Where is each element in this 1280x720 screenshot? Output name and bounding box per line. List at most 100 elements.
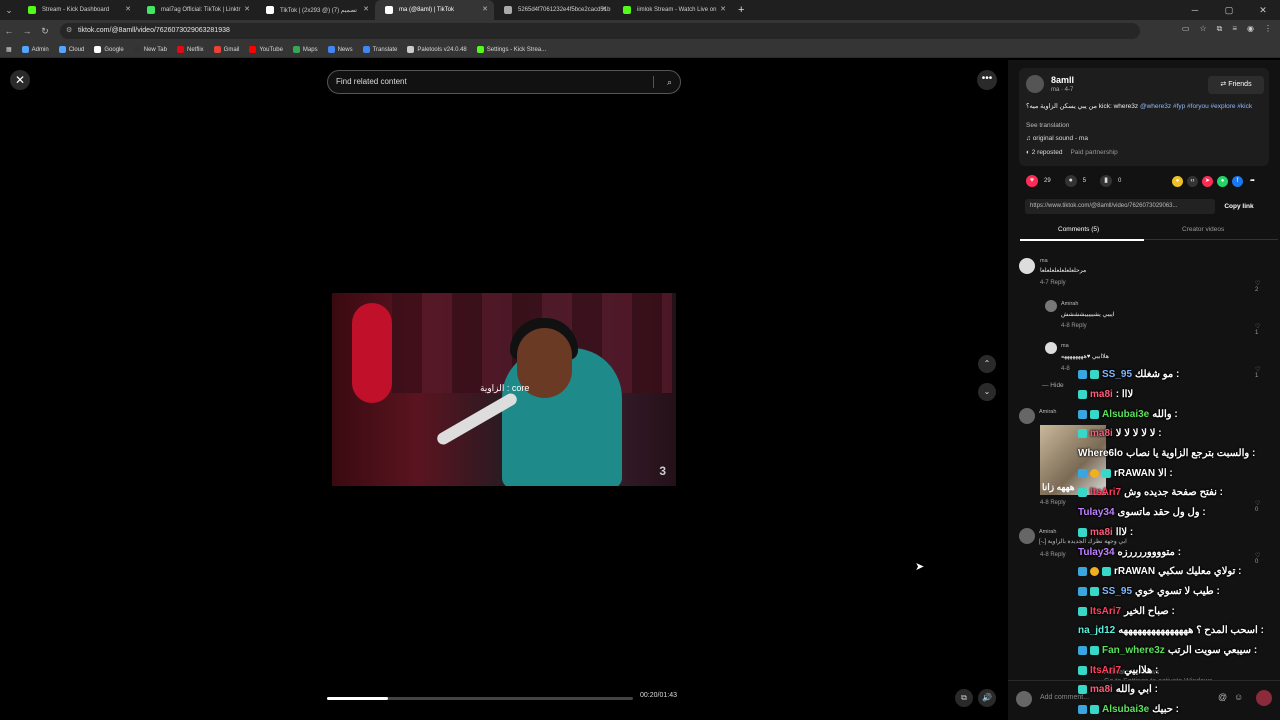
comment-icon[interactable]: ● (1064, 175, 1077, 187)
comment-meta[interactable]: 4-7 Reply (1040, 280, 1066, 286)
bookmark-item[interactable]: Maps (292, 46, 318, 53)
send-icon[interactable]: ➤ (1202, 176, 1213, 187)
commenter-avatar[interactable] (1019, 408, 1035, 424)
chat-username[interactable]: ma8i (1090, 389, 1113, 400)
comment-likes[interactable]: ♡ 2 (1255, 280, 1260, 293)
chat-username[interactable]: rRAWAN (1114, 566, 1155, 577)
back-icon[interactable]: ← (0, 26, 18, 36)
chat-username[interactable]: SS_95 (1102, 369, 1132, 380)
bookmark-item[interactable]: Netflix (176, 46, 204, 53)
more-options-button[interactable]: ••• (977, 70, 997, 90)
browser-tab[interactable]: iimlok Stream - Watch Live on ✕ (613, 0, 732, 20)
chat-username[interactable]: ItsAri7 (1090, 665, 1121, 676)
commenter-avatar[interactable] (1045, 342, 1057, 354)
comment-meta[interactable]: 4-8 Reply (1040, 552, 1066, 558)
search-icon[interactable]: ⌕ (667, 71, 672, 93)
site-info-icon[interactable]: ⚙ (66, 23, 72, 39)
extensions-icon[interactable]: ⧉ (1217, 24, 1223, 34)
url-field[interactable]: ⚙ tiktok.com/@8amll/video/76260730290632… (60, 23, 1140, 39)
menu-icon[interactable]: ⋮ (1264, 24, 1272, 34)
chat-username[interactable]: ItsAri7 (1090, 606, 1121, 617)
like-icon[interactable]: ♥ (1026, 175, 1038, 187)
commenter-name[interactable]: Amirah (1039, 409, 1056, 415)
browser-tab[interactable]: mal7ag Official: TikTok | Linktr ✕ (137, 0, 256, 20)
author-username[interactable]: 8amll (1051, 75, 1074, 85)
commenter-name[interactable]: Amirah (1061, 301, 1078, 307)
commenter-avatar[interactable] (1045, 300, 1057, 312)
chat-username[interactable]: Where6lo (1078, 448, 1123, 459)
bookmark-item[interactable]: YouTube (249, 46, 283, 53)
favorite-icon[interactable]: ▮ (1100, 175, 1113, 187)
facebook-icon[interactable]: f (1232, 176, 1243, 187)
reposted-label[interactable]: 2 reposted (1032, 149, 1063, 156)
new-tab-button[interactable]: + (732, 4, 744, 16)
chat-username[interactable]: Tulay34 (1078, 547, 1115, 558)
chat-username[interactable]: ma8i (1090, 527, 1113, 538)
tab-creator-videos[interactable]: Creator videos (1182, 226, 1224, 233)
commenter-name[interactable]: Amirah (1039, 529, 1056, 535)
apps-icon[interactable]: ▦ (6, 46, 12, 53)
bookmark-item[interactable]: Admin (21, 46, 49, 53)
browser-tab[interactable]: TikTok | (2x293 @) تصميم (7) ✕ (256, 0, 375, 20)
browser-tab[interactable]: Stream - Kick Dashboard ✕ (18, 0, 137, 20)
commenter-avatar[interactable] (1019, 528, 1035, 544)
chat-username[interactable]: Alsubai3e (1102, 704, 1149, 715)
tab-close-icon[interactable]: ✕ (363, 5, 369, 13)
commenter-avatar[interactable] (1019, 258, 1035, 274)
video-link-field[interactable]: https://www.tiktok.com/@8amll/video/7626… (1025, 199, 1215, 214)
browser-tab[interactable]: 5265d4f7061232e4f5bce2cacd51b ✕ (494, 0, 613, 20)
comment-meta[interactable]: 4-8 Reply (1040, 500, 1066, 506)
bookmark-item[interactable]: Translate (362, 46, 397, 53)
bookmark-item[interactable]: Settings - Kick Strea... (476, 46, 546, 53)
tab-close-icon[interactable]: ✕ (482, 5, 488, 13)
tab-close-icon[interactable]: ✕ (720, 5, 726, 13)
tab-search-icon[interactable]: ⌄ (0, 5, 18, 16)
tab-close-icon[interactable]: ✕ (244, 5, 250, 13)
bookmark-star-icon[interactable]: ☆ (1199, 24, 1206, 34)
share-arrow-icon[interactable]: ➦ (1247, 176, 1258, 187)
chat-username[interactable]: ma8i (1090, 428, 1113, 439)
forward-icon[interactable]: → (18, 26, 36, 36)
bookmark-item[interactable]: Cloud (58, 46, 84, 53)
copy-link-button[interactable]: Copy link (1218, 199, 1260, 214)
tab-close-icon[interactable]: ✕ (125, 5, 131, 13)
close-window-icon[interactable]: ✕ (1246, 0, 1280, 20)
chat-username[interactable]: ItsAri7 (1090, 487, 1121, 498)
hide-label[interactable]: — Hide (1042, 382, 1064, 389)
chat-username[interactable]: Fan_where3z (1102, 645, 1165, 656)
chat-username[interactable]: Alsubai3e (1102, 409, 1149, 420)
close-video-button[interactable]: ✕ (10, 70, 30, 90)
commenter-name[interactable]: ma (1040, 258, 1048, 264)
chat-username[interactable]: SS_95 (1102, 586, 1132, 597)
chat-username[interactable]: ma8i (1090, 684, 1113, 695)
video-progress-bar[interactable] (327, 697, 633, 700)
profile-icon[interactable]: ◉ (1247, 24, 1254, 34)
sound-link[interactable]: ♫ original sound - ma (1026, 135, 1088, 142)
bookmark-item[interactable]: New Tab (133, 46, 167, 53)
minimize-icon[interactable]: ─ (1178, 0, 1212, 20)
chat-username[interactable]: Tulay34 (1078, 507, 1115, 518)
cast-icon[interactable]: ▭ (1182, 24, 1190, 34)
bookmark-item[interactable]: Gmail (213, 46, 239, 53)
description-tags[interactable]: @where3z #fyp #foryou #explore #kick (1140, 103, 1252, 110)
maximize-icon[interactable]: ▢ (1212, 0, 1246, 20)
chat-username[interactable]: rRAWAN (1114, 468, 1155, 479)
bookmark-item[interactable]: Paletools v24.0.48 (407, 46, 467, 53)
comment-meta[interactable]: 4-8 Reply (1061, 323, 1087, 329)
reload-icon[interactable]: ↻ (36, 26, 54, 37)
friends-button[interactable]: ⇄ Friends (1208, 76, 1264, 94)
embed-icon[interactable]: ‹› (1187, 176, 1198, 187)
tab-comments[interactable]: Comments (5) (1058, 226, 1099, 233)
see-translation-link[interactable]: See translation (1026, 122, 1069, 129)
commenter-name[interactable]: ma (1061, 343, 1069, 349)
bookmark-item[interactable]: Google (94, 46, 124, 53)
tab-close-icon[interactable]: ✕ (601, 5, 607, 13)
previous-video-button[interactable]: ⌃ (978, 355, 996, 373)
picture-in-picture-button[interactable]: ⧉ (955, 689, 973, 707)
next-video-button[interactable]: ⌄ (978, 383, 996, 401)
author-avatar[interactable] (1026, 75, 1044, 93)
media-icon[interactable]: ≡ (1232, 24, 1237, 34)
repost-share-icon[interactable]: ● (1172, 176, 1183, 187)
comment-likes[interactable]: ♡ 1 (1255, 323, 1260, 336)
whatsapp-icon[interactable]: ● (1217, 176, 1228, 187)
